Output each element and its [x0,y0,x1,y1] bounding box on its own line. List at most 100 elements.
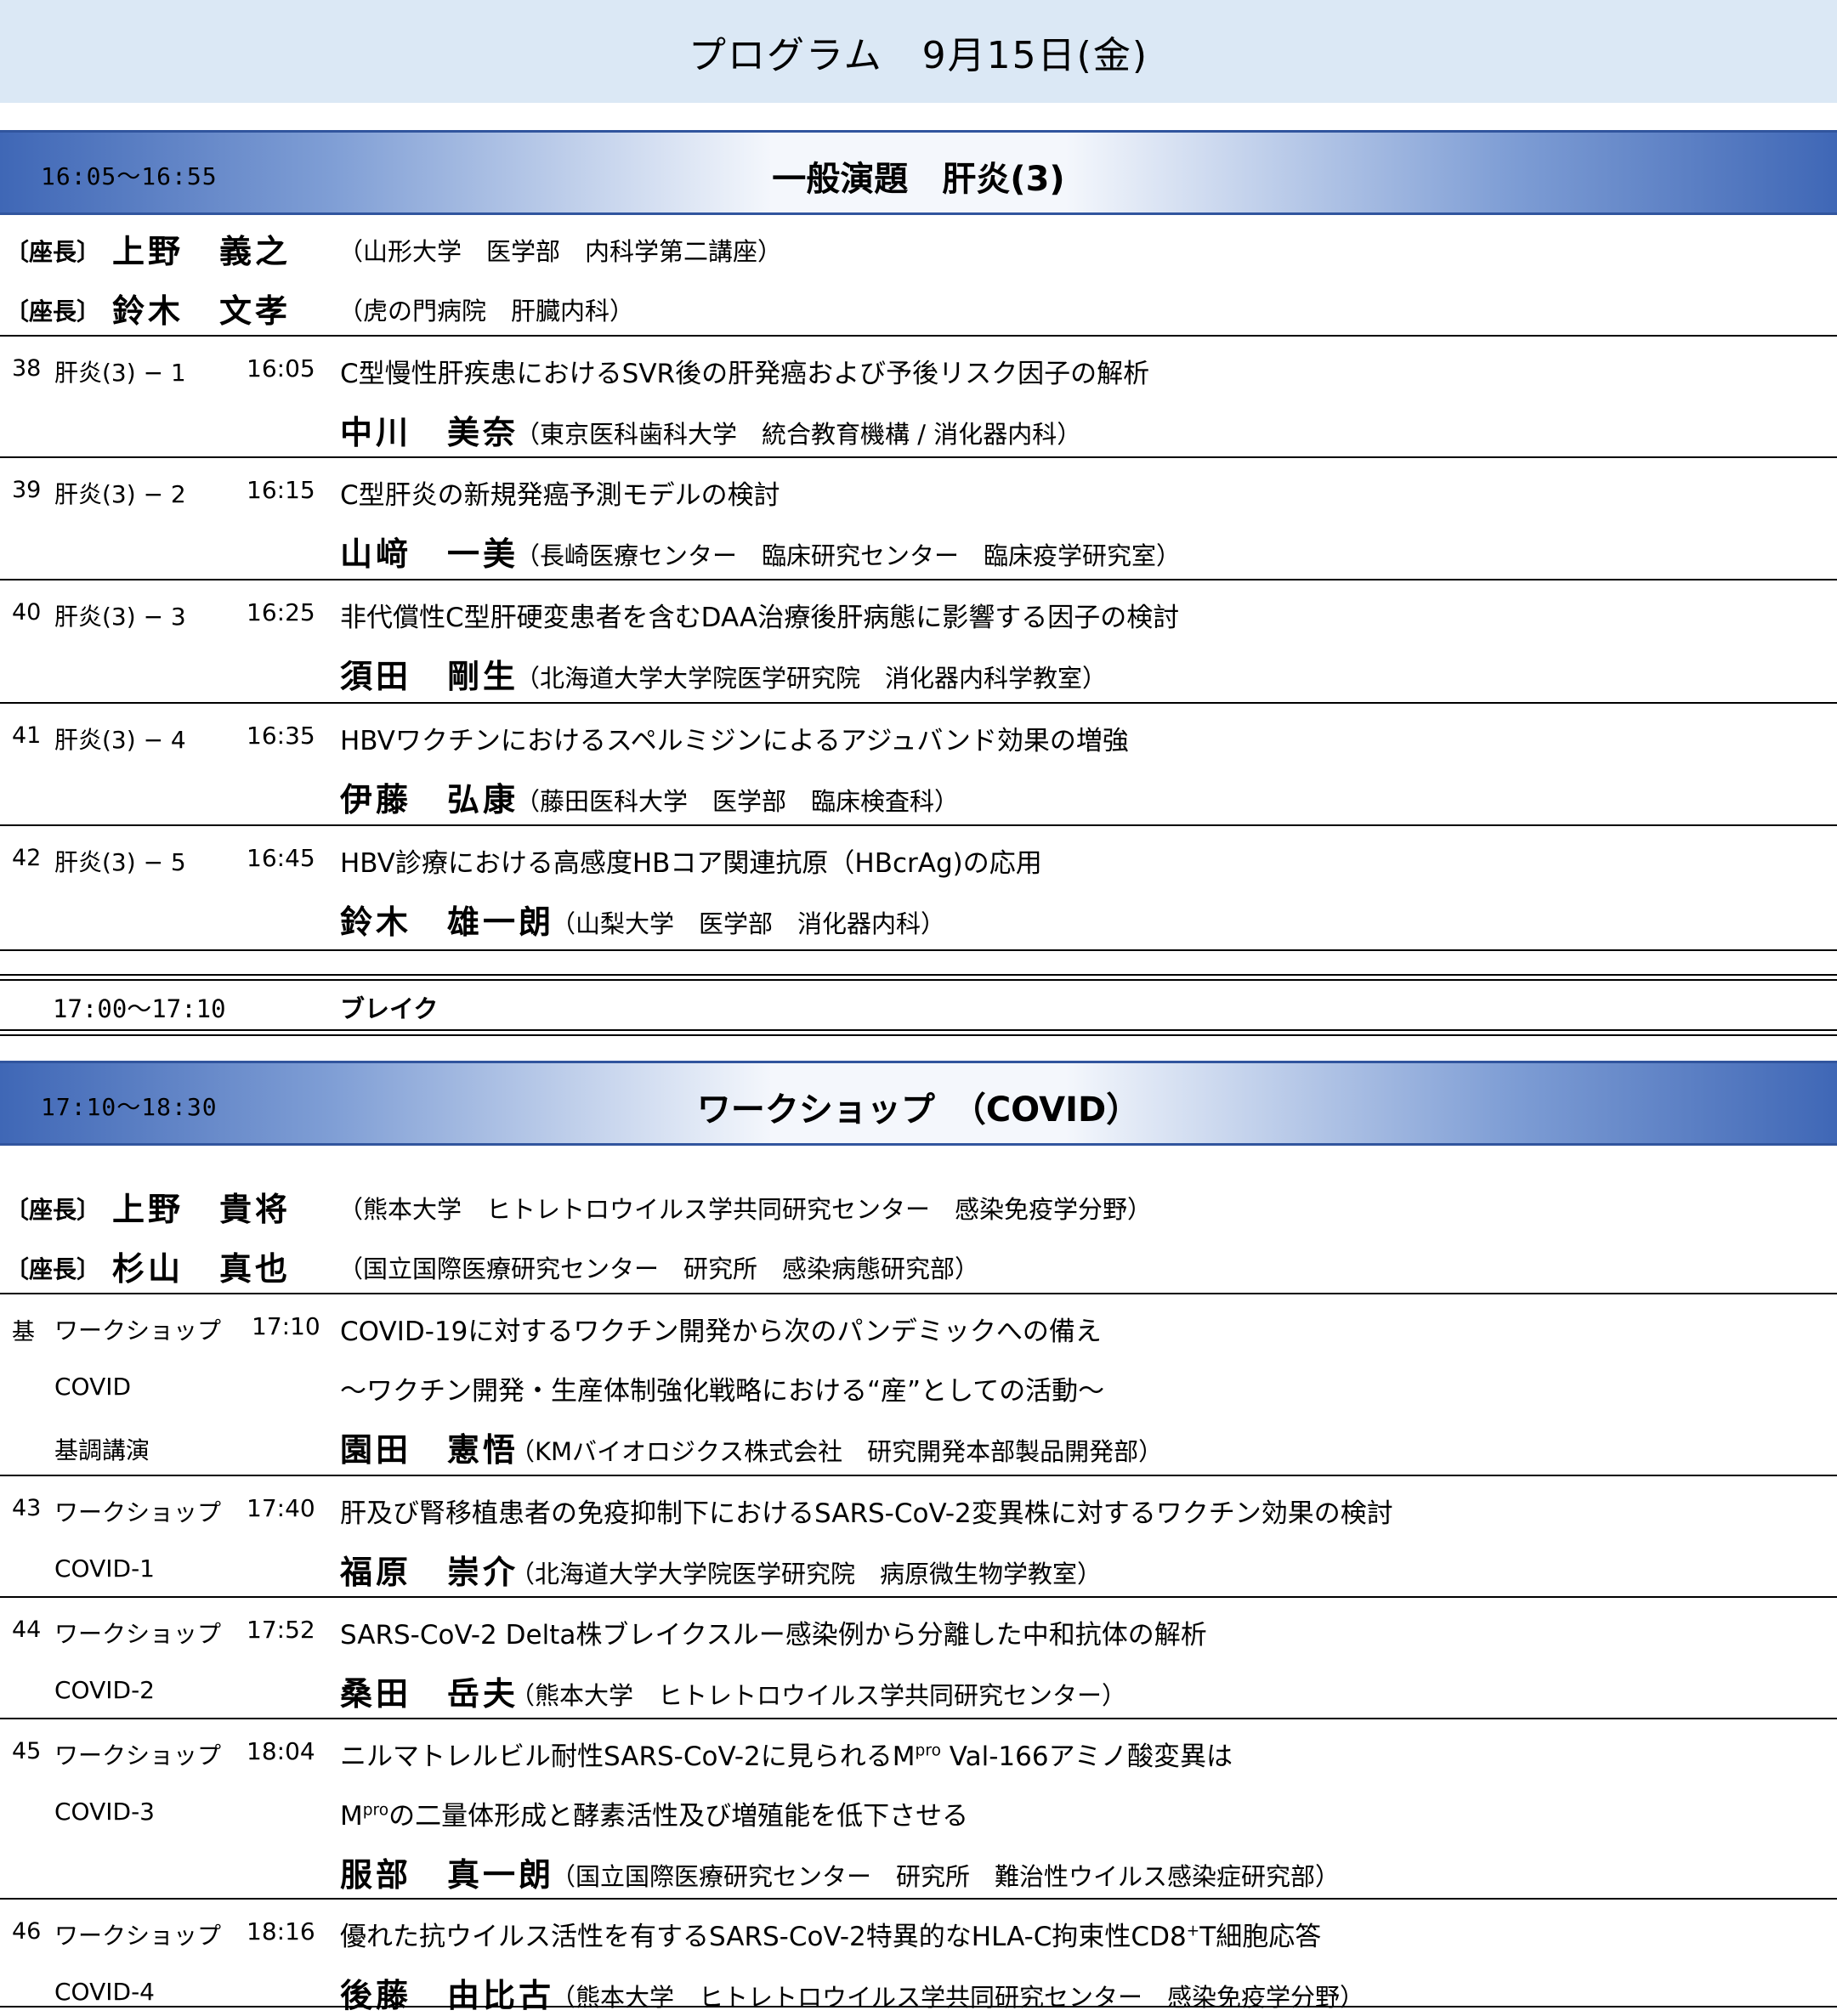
presentation-number: 43 [12,1495,42,1521]
session-header-hepatitis: 16:05〜16:55 一般演題 肝炎(3) [0,130,1837,215]
presenter-affiliation: （北海道大学大学院医学研究院 病原微生物学教室） [510,1560,1103,1588]
presentation-subcategory: COVID-1 [54,1554,155,1583]
presentation-time: 18:04 [247,1737,315,1765]
presentation-subcategory: 基調講演 [54,1436,150,1464]
presentation-title: C型慢性肝疾患におけるSVR後の肝発癌および予後リスク因子の解析 [340,359,1150,389]
presentation-title: C型肝炎の新規発癌予測モデルの検討 [340,480,780,511]
session-header-covid: 17:10〜18:30 ワークショップ （COVID） [0,1061,1837,1146]
presentation-category: 肝炎(3) − 4 [54,726,186,754]
presentation-category: 肝炎(3) − 1 [54,359,186,387]
presenter-name: 服部 真一朗 [340,1856,555,1894]
presentation-title: COVID-19に対するワクチン開発から次のパンデミックへの備え [340,1317,1102,1347]
chair-affiliation: （熊本大学 ヒトレトロウイルス学共同研究センター 感染免疫学分野） [338,1195,1153,1224]
presentation-time: 16:25 [247,598,315,626]
chair-affiliation: （虎の門病院 肝臓内科） [338,297,635,326]
divider [0,974,1837,976]
presenter-name: 伊藤 弘康 [340,781,519,818]
presenter-affiliation: （山梨大学 医学部 消化器内科） [551,909,946,938]
presentation-row: 44 ワークショップ COVID-2 17:52 SARS-CoV-2 Delt… [0,1598,1837,1717]
presentation-subcategory: COVID-4 [54,1978,155,2006]
break-row: 17:00〜17:10 ブレイク [0,977,1837,1030]
chair-tag: 〔座長〕 [5,238,101,266]
chair-affiliation: （山形大学 医学部 内科学第二講座） [338,237,783,266]
break-label: ブレイク [340,994,439,1023]
chair-row: 〔座長〕 上野 義之 （山形大学 医学部 内科学第二講座） [0,215,1837,275]
presenter-name: 鈴木 雄一朗 [340,903,555,941]
divider [0,949,1837,951]
chair-name: 杉山 真也 [112,1250,292,1288]
presentation-time: 16:45 [247,844,315,872]
chair-name: 鈴木 文孝 [112,292,292,330]
chair-row: 〔座長〕 鈴木 文孝 （虎の門病院 肝臓内科） [0,275,1837,334]
presenter-affiliation: （熊本大学 ヒトレトロウイルス学共同研究センター） [510,1681,1127,1710]
presenter-name: 山﨑 一美 [340,535,519,573]
presenter-name: 園田 憲悟 [340,1431,519,1469]
presentation-subcategory: COVID-3 [54,1798,155,1826]
session-title: ワークショップ （COVID） [696,1090,1141,1130]
presentation-number: 40 [12,599,42,626]
presentation-row: 38 肝炎(3) − 1 16:05 C型慢性肝疾患におけるSVR後の肝発癌およ… [0,337,1837,456]
presenter-affiliation: （長崎医療センター 臨床研究センター 臨床疫学研究室） [515,541,1182,570]
chair-tag: 〔座長〕 [5,1196,101,1224]
presentation-number: 41 [12,722,42,749]
presentation-category: 肝炎(3) − 5 [54,848,186,876]
session-title: 一般演題 肝炎(3) [772,160,1065,199]
presentation-title: HBV診療における高感度HBコア関連抗原（HBcrAg)の応用 [340,848,1042,879]
chair-name: 上野 義之 [112,233,292,270]
presentation-row: 46 ワークショップ COVID-4 18:16 優れた抗ウイルス活性を有するS… [0,1900,1837,2014]
presentation-category: 肝炎(3) − 3 [54,603,186,631]
presenter-affiliation: （国立国際医療研究センター 研究所 難治性ウイルス感染症研究部） [551,1862,1341,1891]
presentation-number: 39 [12,477,42,503]
presentation-title: 非代償性C型肝硬変患者を含むDAA治療後肝病態に影響する因子の検討 [340,603,1180,633]
presenter-name: 福原 崇介 [340,1554,519,1591]
presentation-number: 44 [12,1617,42,1643]
keynote-row: 基 ワークショップ COVID 基調講演 17:10 COVID-19に対するワ… [0,1294,1837,1473]
chair-affiliation: （国立国際医療研究センター 研究所 感染病態研究部） [338,1254,980,1283]
chair-tag: 〔座長〕 [5,1255,101,1283]
presentation-row: 41 肝炎(3) − 4 16:35 HBVワクチンにおけるスペルミジンによるア… [0,704,1837,823]
presenter-name: 桑田 岳夫 [340,1675,519,1713]
presenter-affiliation: （北海道大学大学院医学研究院 消化器内科学教室） [515,664,1108,693]
presentation-category: 肝炎(3) − 2 [54,480,186,508]
presenter-name: 須田 剛生 [340,658,519,695]
chair-row: 〔座長〕 杉山 真也 （国立国際医療研究センター 研究所 感染病態研究部） [0,1232,1837,1292]
divider [0,1029,1837,1031]
divider [0,2006,1837,2008]
presentation-row: 42 肝炎(3) − 5 16:45 HBV診療における高感度HBコア関連抗原（… [0,826,1837,945]
presenter-affiliation: （熊本大学 ヒトレトロウイルス学共同研究センター 感染免疫学分野） [551,1983,1365,2012]
presentation-number: 45 [12,1738,42,1764]
presentation-row: 43 ワークショップ COVID-1 17:40 肝及び腎移植患者の免疫抑制下に… [0,1476,1837,1595]
presentation-row: 40 肝炎(3) − 3 16:25 非代償性C型肝硬変患者を含むDAA治療後肝… [0,580,1837,699]
presentation-category: ワークショップ [54,1922,222,1950]
presentation-time: 16:05 [247,354,315,382]
presentation-time: 17:52 [247,1616,315,1644]
presentation-category: ワークショップ [54,1317,222,1345]
presentation-title: ニルマトレルビル耐性SARS-CoV-2に見られるMpro Val-166アミノ… [340,1741,1233,1772]
chair-name: 上野 貴将 [112,1191,292,1228]
presentation-time: 17:40 [247,1494,315,1522]
presentation-row: 39 肝炎(3) − 2 16:15 C型肝炎の新規発癌予測モデルの検討 山﨑 … [0,458,1837,577]
presentation-category: ワークショップ [54,1620,222,1648]
presentation-time: 16:35 [247,722,315,750]
presenter-affiliation: （東京医科歯科大学 統合教育機構 / 消化器内科） [515,420,1082,449]
presentation-number: 38 [12,355,42,382]
presentation-row: 45 ワークショップ COVID-3 18:04 ニルマトレルビル耐性SARS-… [0,1719,1837,1898]
chair-row: 〔座長〕 上野 貴将 （熊本大学 ヒトレトロウイルス学共同研究センター 感染免疫… [0,1173,1837,1232]
presenter-affiliation: （藤田医科大学 医学部 臨床検査科） [515,787,960,816]
presentation-title: HBVワクチンにおけるスペルミジンによるアジュバンド効果の増強 [340,726,1129,756]
presentation-title: SARS-CoV-2 Delta株ブレイクスルー感染例から分離した中和抗体の解析 [340,1620,1207,1651]
divider [0,1034,1837,1036]
presentation-subcategory: COVID-2 [54,1676,155,1704]
break-time: 17:00〜17:10 [53,994,226,1023]
presentation-title: 優れた抗ウイルス活性を有するSARS-CoV-2特異的なHLA-C拘束性CD8+… [340,1922,1322,1952]
presentation-number: 46 [12,1918,42,1945]
presentation-subtitle: 〜ワクチン開発・生産体制強化戦略における“産”としての活動〜 [340,1376,1105,1407]
presentation-title: 肝及び腎移植患者の免疫抑制下におけるSARS-CoV-2変異株に対するワクチン効… [340,1498,1393,1529]
presentation-category: ワークショップ [54,1498,222,1526]
presentation-time: 18:16 [247,1917,315,1945]
presentation-time: 17:10 [252,1312,320,1340]
presentation-subcategory: COVID [54,1373,132,1401]
presentation-time: 16:15 [247,476,315,504]
presenter-name: 中川 美奈 [340,414,519,451]
presentation-number: 42 [12,845,42,871]
